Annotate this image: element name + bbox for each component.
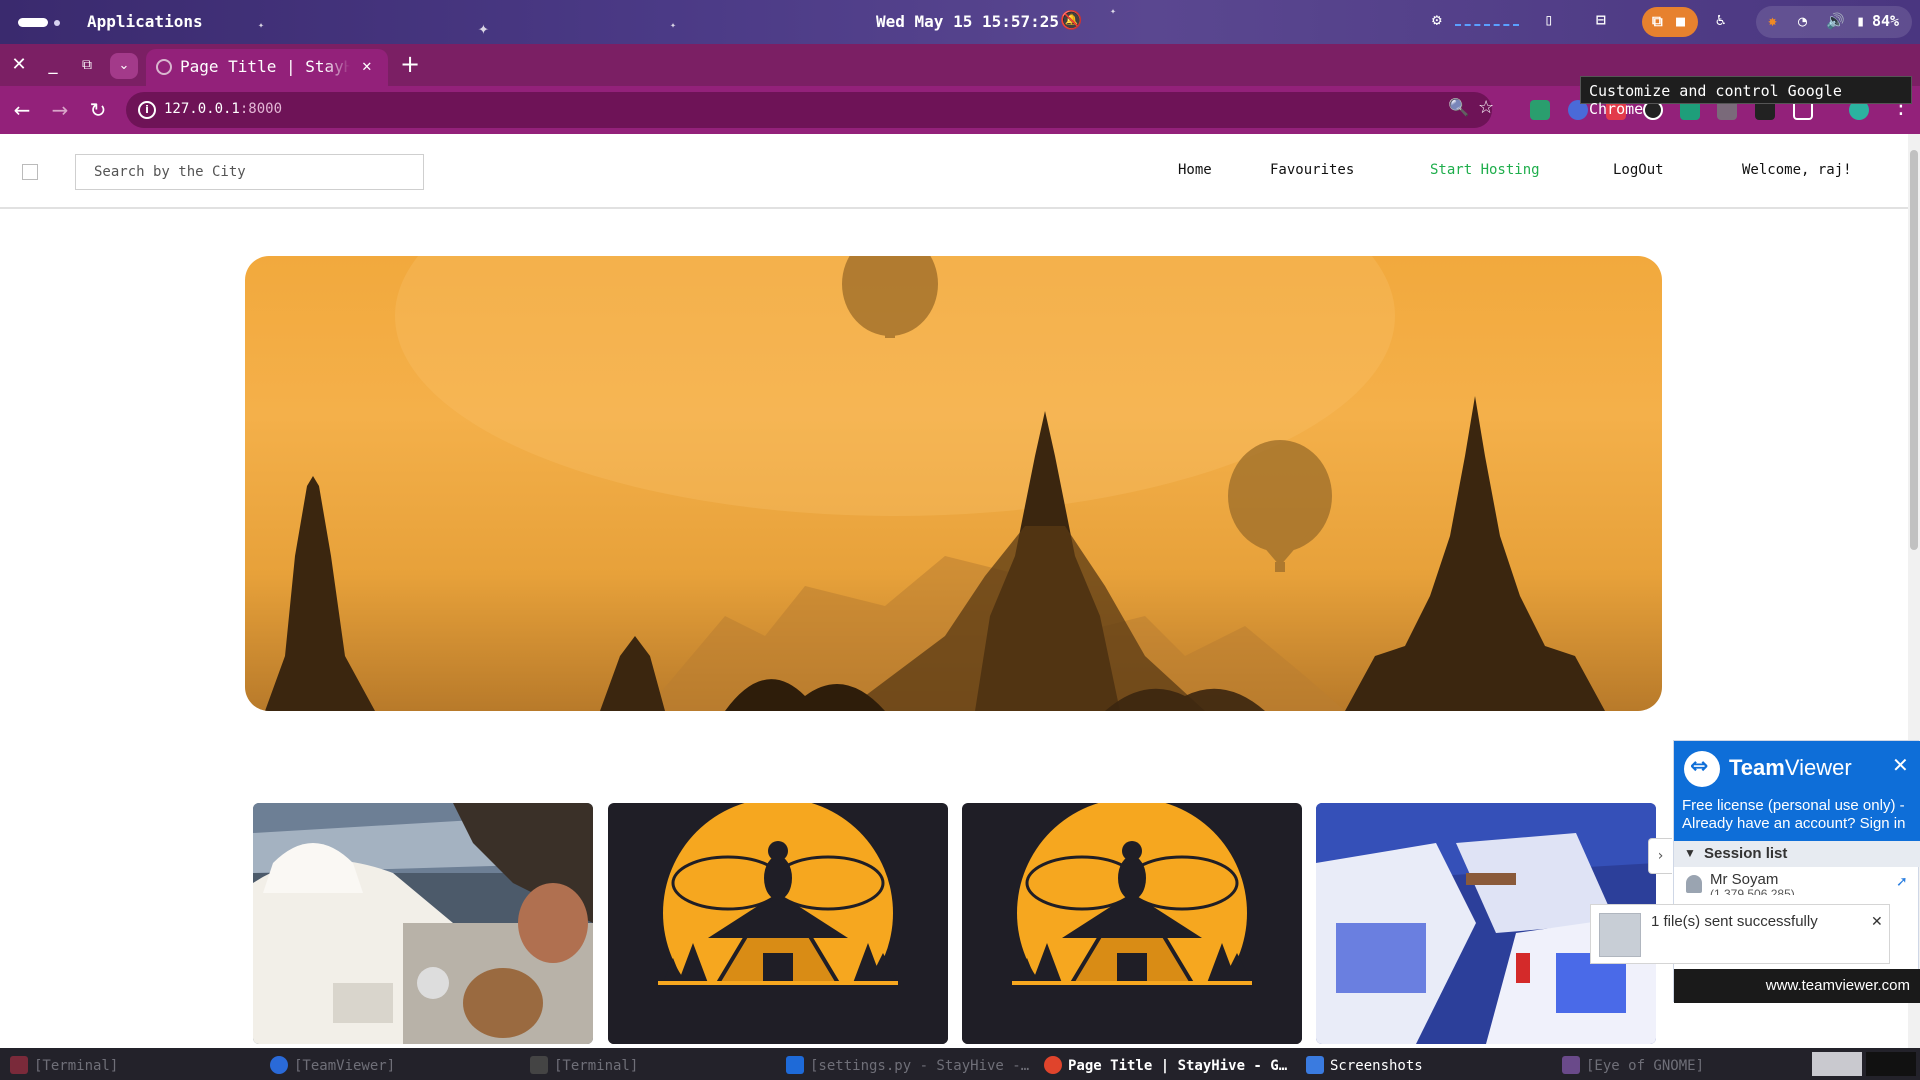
minimize-window-icon[interactable]: _: [38, 50, 68, 80]
battery-icon: ▮: [1856, 12, 1866, 30]
session-user-id: (1 379 506 285): [1710, 887, 1795, 895]
folder-icon: [1306, 1056, 1324, 1074]
restore-window-icon[interactable]: ⧉: [72, 50, 102, 80]
status-menu[interactable]: ✸ ◔ 🔊 ▮ 84%: [1756, 6, 1912, 38]
workspace-indicator: [18, 18, 48, 27]
user-avatar-icon: [1686, 875, 1702, 893]
teamviewer-toast-notification: 1 file(s) sent successfully ✕: [1590, 904, 1890, 964]
nav-logout-link[interactable]: LogOut: [1613, 162, 1664, 178]
terminal-icon: [530, 1056, 548, 1074]
volume-icon: 🔊: [1826, 12, 1845, 30]
teamviewer-close-icon[interactable]: ✕: [1892, 753, 1909, 777]
clipboard-icon[interactable]: ▯: [1544, 10, 1554, 29]
night-light-icon: ✸: [1768, 12, 1778, 30]
welcome-message: Welcome, raj!: [1742, 162, 1852, 178]
drive-icon[interactable]: ⊟: [1596, 10, 1606, 29]
toast-close-icon[interactable]: ✕: [1871, 913, 1883, 930]
workspace-1[interactable]: [1812, 1052, 1862, 1076]
teamviewer-icon: [270, 1056, 288, 1074]
screenshot-icon: ⧉: [1652, 12, 1663, 30]
tab-search-chevron-down-icon[interactable]: ⌄: [110, 53, 138, 79]
teamviewer-expand-chevron-icon[interactable]: ›: [1648, 838, 1672, 874]
network-graph: [1455, 12, 1519, 26]
teamviewer-session-list-header[interactable]: ▼ Session list: [1674, 841, 1920, 867]
teamviewer-header: TeamViewer ✕ Free license (personal use …: [1674, 741, 1920, 841]
taskbar-item-chrome[interactable]: Page Title | StayHive - G…: [1044, 1048, 1287, 1080]
clock[interactable]: Wed May 15 15:57:25: [876, 12, 1059, 31]
image-viewer-icon: [1562, 1056, 1580, 1074]
toast-message: 1 file(s) sent successfully: [1651, 913, 1818, 930]
globe-icon: [156, 59, 172, 75]
wallpaper-star: ✦: [258, 20, 265, 31]
taskbar-item-screenshots[interactable]: Screenshots: [1306, 1048, 1423, 1080]
taskbar-item-terminal-2[interactable]: [Terminal]: [530, 1048, 638, 1080]
system-top-bar: ✦ ✦ ✦ ✦ Applications Wed May 15 15:57:25…: [0, 0, 1920, 44]
listing-card-image[interactable]: [253, 803, 593, 1044]
tab-stayhive[interactable]: Page Title | StayHive ✕: [146, 49, 388, 86]
listing-card-image[interactable]: [962, 803, 1302, 1044]
taskbar-item-vscode[interactable]: [settings.py - StayHive -…: [786, 1048, 1029, 1080]
wallpaper-star: ✦: [1110, 6, 1117, 17]
teamviewer-session-entry[interactable]: Mr Soyam (1 379 506 285) ➚: [1674, 867, 1920, 895]
listing-card-image[interactable]: [608, 803, 948, 1044]
do-not-disturb-icon: 🔕: [1060, 10, 1083, 31]
zoom-icon[interactable]: 🔍: [1448, 98, 1469, 118]
activities-button[interactable]: [18, 14, 64, 30]
vscode-icon: [786, 1056, 804, 1074]
listing-cards: [253, 803, 1656, 1048]
stop-icon: ■: [1676, 12, 1686, 30]
bookmark-star-icon[interactable]: ☆: [1478, 97, 1494, 118]
teamviewer-logo-icon: [1684, 751, 1720, 787]
scrollbar-thumb[interactable]: [1910, 150, 1918, 550]
back-arrow-icon[interactable]: ←: [8, 96, 36, 124]
teamviewer-website-link[interactable]: www.teamviewer.com: [1674, 969, 1920, 1003]
site-logo-broken-image[interactable]: [22, 164, 38, 180]
nav-start-hosting-link[interactable]: Start Hosting: [1430, 162, 1540, 178]
city-search-input[interactable]: [75, 154, 424, 190]
session-user-name: Mr Soyam: [1710, 871, 1779, 888]
site-navbar: Home Favourites Start Hosting LogOut Wel…: [0, 134, 1908, 209]
collapse-triangle-icon: ▼: [1684, 846, 1696, 860]
workspace-dot: [54, 20, 60, 26]
teamviewer-brand: TeamViewer: [1729, 755, 1852, 780]
connect-arrow-icon[interactable]: ➚: [1896, 873, 1908, 890]
nav-home-link[interactable]: Home: [1178, 162, 1212, 178]
window-list-taskbar: [Terminal] [TeamViewer] [Terminal] [sett…: [0, 1048, 1920, 1080]
taskbar-item-eye-of-gnome[interactable]: [Eye of GNOME]: [1562, 1048, 1704, 1080]
forward-arrow-icon[interactable]: →: [46, 96, 74, 124]
chrome-menu-tooltip: Customize and control Google Chrome: [1580, 76, 1912, 118]
screen-recorder-indicator[interactable]: ⧉ ■: [1642, 7, 1698, 37]
accessibility-icon[interactable]: ♿: [1716, 10, 1726, 29]
close-window-icon[interactable]: ✕: [4, 50, 34, 80]
wallpaper-star: ✦: [670, 20, 677, 31]
workspace-2[interactable]: [1866, 1052, 1916, 1076]
battery-percentage: 84%: [1872, 12, 1900, 30]
extension-mail-icon[interactable]: [1530, 100, 1550, 120]
close-tab-icon[interactable]: ✕: [362, 56, 372, 75]
reload-icon[interactable]: ↻: [84, 96, 112, 124]
nav-favourites-link[interactable]: Favourites: [1270, 162, 1354, 178]
hero-banner-image: [245, 256, 1662, 711]
new-tab-plus-icon[interactable]: +: [400, 50, 420, 78]
applications-menu[interactable]: Applications: [87, 12, 203, 31]
wallpaper-star: ✦: [478, 18, 489, 39]
terminal-icon: [10, 1056, 28, 1074]
chrome-icon: [1044, 1056, 1062, 1074]
teamviewer-license-text[interactable]: Free license (personal use only) - Alrea…: [1682, 797, 1918, 833]
url-text[interactable]: 127.0.0.1:8000: [164, 101, 282, 117]
system-monitor-icon[interactable]: ⚙: [1432, 10, 1442, 29]
taskbar-item-teamviewer[interactable]: [TeamViewer]: [270, 1048, 395, 1080]
tab-title: Page Title | StayHive: [180, 57, 350, 76]
wifi-icon: ◔: [1798, 12, 1808, 30]
toast-avatar: [1599, 913, 1641, 957]
site-info-icon[interactable]: i: [138, 101, 156, 119]
taskbar-item-terminal[interactable]: [Terminal]: [10, 1048, 118, 1080]
address-bar[interactable]: i 127.0.0.1:8000 🔍 ☆: [126, 92, 1494, 128]
